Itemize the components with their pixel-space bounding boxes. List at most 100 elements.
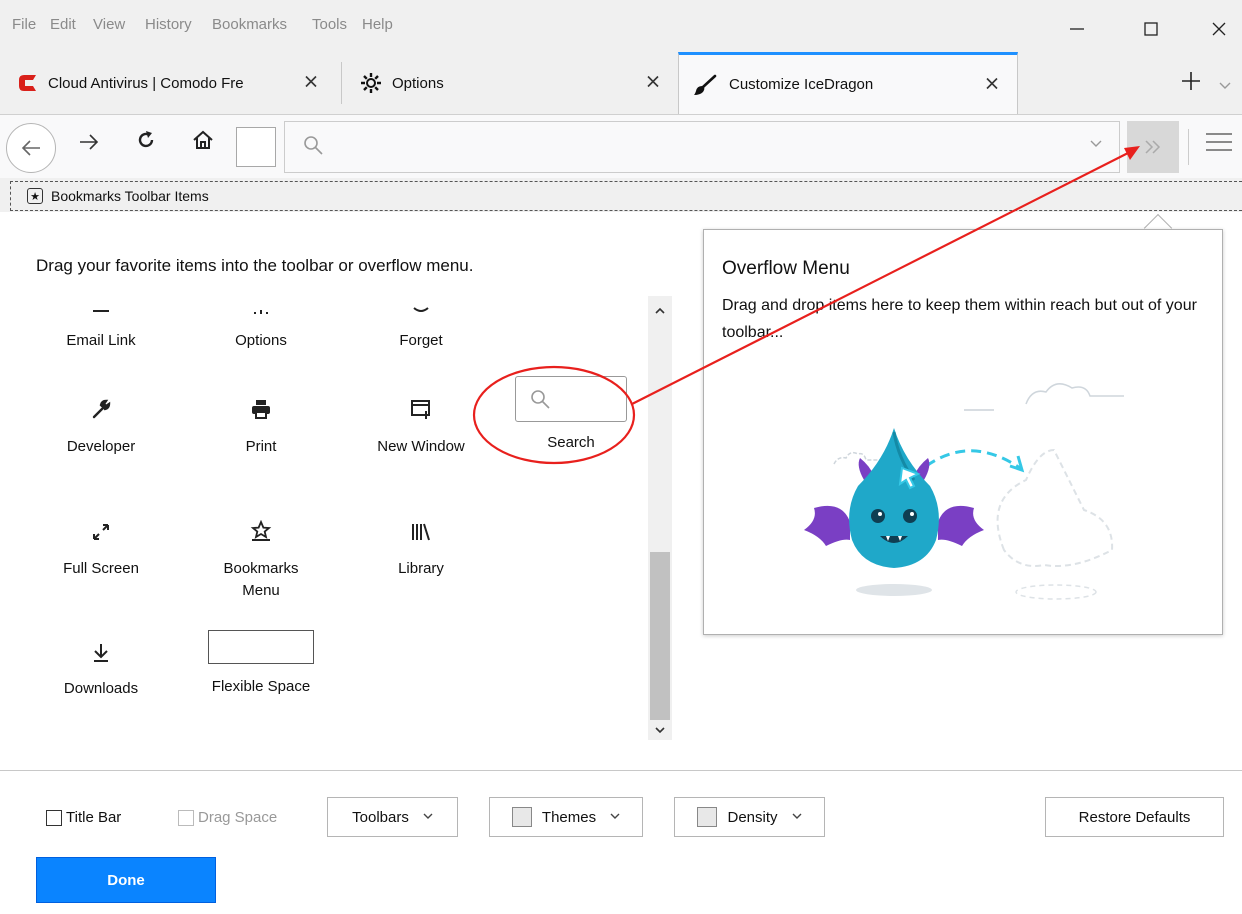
dragon-illustration	[804, 383, 1124, 600]
palette-item-developer[interactable]: Developer	[26, 380, 176, 458]
palette-item-search[interactable]: Search	[496, 376, 646, 454]
drag-space-label: Drag Space	[198, 809, 278, 826]
palette-item-print[interactable]: Print	[186, 380, 336, 458]
palette-item-label: Email Link	[66, 332, 136, 349]
menu-bookmarks[interactable]: Bookmarks	[212, 16, 287, 33]
gear-icon	[361, 73, 381, 93]
chevron-down-icon	[423, 811, 433, 823]
palette-scrollbar[interactable]	[648, 296, 672, 740]
comodo-logo-icon	[19, 75, 36, 91]
menu-history[interactable]: History	[145, 16, 192, 33]
checkbox-box[interactable]	[46, 809, 62, 826]
minimize-icon	[1070, 28, 1084, 30]
double-chevron-right-icon	[1145, 140, 1161, 154]
toolbars-label: Toolbars	[352, 808, 409, 826]
tab-customize-icedragon[interactable]: Customize IceDragon	[678, 52, 1018, 114]
bookmarks-toolbar-label: Bookmarks Toolbar Items	[51, 188, 209, 204]
url-bar[interactable]	[284, 121, 1120, 173]
tab-close-button[interactable]	[304, 72, 318, 95]
title-bar-checkbox[interactable]: Title Bar	[46, 809, 121, 826]
tab-close-button[interactable]	[646, 72, 660, 95]
customize-instructions: Drag your favorite items into the toolba…	[36, 256, 474, 275]
brush-icon	[694, 74, 717, 95]
palette-item-bookmarks-menu[interactable]: Bookmarks Menu	[186, 502, 336, 602]
list-all-tabs-button[interactable]	[1218, 78, 1232, 95]
palette-item-new-window[interactable]: New Window	[346, 380, 496, 458]
themes-label: Themes	[541, 808, 597, 826]
done-button[interactable]: Done	[36, 857, 216, 903]
menu-bar: File Edit View History Bookmarks Tools H…	[0, 0, 1242, 52]
minimize-button[interactable]	[1062, 14, 1092, 44]
search-icon	[304, 136, 323, 155]
new-tab-button[interactable]	[1180, 70, 1202, 96]
themes-dropdown[interactable]: Themes	[489, 797, 643, 837]
menu-tools[interactable]: Tools	[312, 16, 347, 33]
chevron-down-icon	[1090, 140, 1102, 147]
email-link-icon	[93, 310, 109, 312]
url-dropdown-button[interactable]	[1089, 136, 1103, 152]
overflow-menu-title: Overflow Menu	[722, 258, 850, 279]
library-icon	[412, 523, 430, 541]
flexible-space-box	[208, 630, 314, 664]
home-button[interactable]	[192, 130, 214, 156]
search-widget-preview	[515, 376, 627, 422]
back-button[interactable]	[6, 123, 56, 173]
reload-button[interactable]	[136, 130, 156, 156]
menu-view[interactable]: View	[93, 16, 125, 33]
forward-button[interactable]	[78, 131, 100, 157]
chevron-down-icon	[610, 811, 620, 823]
tab-options[interactable]: Options	[342, 52, 678, 114]
navigation-toolbar	[0, 114, 1242, 178]
palette-item-library[interactable]: Library	[346, 502, 496, 580]
tab-label: Customize IceDragon	[729, 76, 874, 93]
restore-defaults-button[interactable]: Restore Defaults	[1045, 797, 1224, 837]
maximize-button[interactable]	[1136, 14, 1166, 44]
palette-item-options[interactable]: Options	[186, 286, 336, 352]
plus-icon	[1182, 72, 1200, 90]
palette-item-flexible-space[interactable]: Flexible Space	[186, 622, 336, 698]
search-icon	[531, 390, 550, 409]
palette-item-label: Options	[235, 332, 287, 349]
close-icon	[1212, 22, 1226, 36]
palette-item-label: Bookmarks Menu	[223, 560, 299, 599]
palette-item-full-screen[interactable]: Full Screen	[26, 502, 176, 580]
scroll-up-button[interactable]	[648, 302, 672, 317]
main-menu-button[interactable]	[1206, 133, 1232, 157]
customize-footer: Title Bar Drag Space Toolbars Themes Den…	[0, 770, 1242, 914]
forward-arrow-icon	[80, 134, 99, 150]
overflow-menu-button[interactable]	[1127, 121, 1179, 173]
tab-close-button[interactable]	[985, 73, 999, 96]
title-bar-label: Title Bar	[66, 809, 122, 826]
density-dropdown[interactable]: Density	[674, 797, 825, 837]
scroll-down-button[interactable]	[648, 722, 672, 737]
drag-space-checkbox[interactable]: Drag Space	[178, 809, 277, 826]
density-label: Density	[727, 808, 778, 826]
overflow-menu-panel[interactable]: Overflow Menu Drag and drop items here t…	[703, 229, 1223, 635]
palette-item-label: Downloads	[63, 680, 139, 697]
wrench-icon	[92, 399, 111, 419]
palette-item-email-link[interactable]: Email Link	[26, 286, 176, 352]
printer-icon	[252, 400, 270, 419]
reload-icon	[138, 131, 154, 148]
overflow-menu-description: Drag and drop items here to keep them wi…	[722, 297, 1197, 341]
chevron-up-icon	[655, 307, 665, 314]
customize-palette: Email Link Options Forget Developer Prin…	[26, 286, 646, 746]
menu-help[interactable]: Help	[362, 16, 393, 33]
toolbar-divider	[1188, 129, 1189, 165]
menu-file[interactable]: File	[12, 16, 36, 33]
palette-item-forget[interactable]: Forget	[346, 286, 496, 352]
fullscreen-icon	[93, 524, 109, 540]
toolbars-dropdown[interactable]: Toolbars	[327, 797, 458, 837]
gear-icon	[254, 310, 268, 314]
close-window-button[interactable]	[1204, 14, 1234, 44]
scrollbar-thumb[interactable]	[650, 552, 670, 720]
menu-edit[interactable]: Edit	[50, 16, 76, 33]
chevron-down-icon	[1219, 82, 1231, 89]
checkbox-box[interactable]	[178, 809, 194, 826]
bookmark-star-icon: ★	[27, 188, 43, 204]
tab-cloud-antivirus[interactable]: Cloud Antivirus | Comodo Fre	[0, 52, 336, 114]
chevron-down-icon	[655, 727, 665, 734]
palette-item-label: New Window	[377, 438, 465, 455]
palette-item-downloads[interactable]: Downloads	[26, 622, 176, 700]
home-icon	[193, 130, 213, 149]
